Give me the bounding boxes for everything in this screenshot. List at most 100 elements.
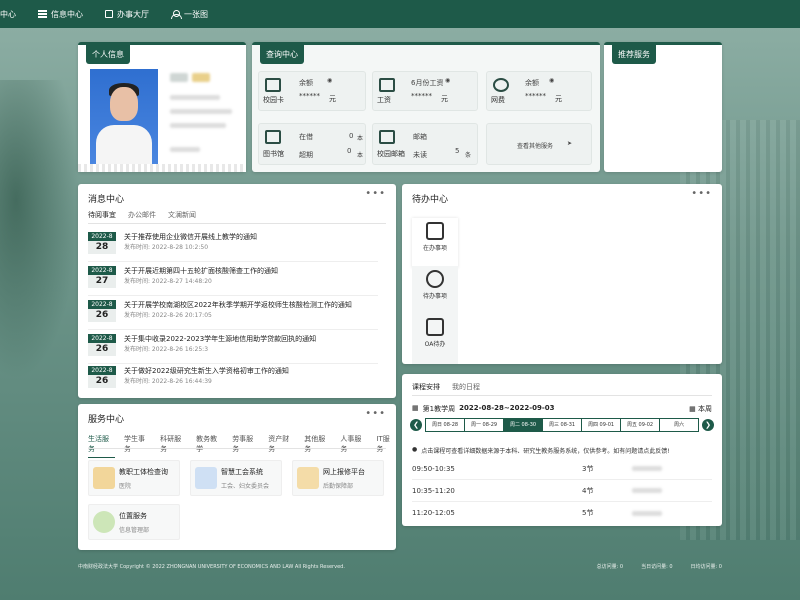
more-services-link[interactable]: 查看其他服务 bbox=[517, 141, 553, 150]
library-overdue-value: 0 bbox=[347, 147, 352, 155]
nav-one-map[interactable]: 一张图 bbox=[160, 0, 219, 28]
date-day: 27 bbox=[88, 275, 116, 288]
tab-my-calendar[interactable]: 我的日程 bbox=[452, 382, 480, 396]
tab-office-mail[interactable]: 办公邮件 bbox=[128, 210, 156, 224]
library-tile[interactable]: 图书馆 在借 0 本 超期 0 本 bbox=[258, 123, 366, 165]
message-title[interactable]: 关于开展近期第四十五轮扩面核酸筛查工作的通知 bbox=[124, 266, 278, 277]
day-sun[interactable]: 周日 08-28 bbox=[426, 419, 465, 431]
table-row[interactable]: 10:35-11:20 4节 bbox=[412, 480, 712, 502]
list-item[interactable]: 2022-8 26 关于开展学校南湖校区2022年秋季学期开学返校师生核酸检测工作… bbox=[88, 300, 378, 330]
day-fri[interactable]: 周五 09-02 bbox=[621, 419, 660, 431]
message-title[interactable]: 关于开展学校南湖校区2022年秋季学期开学返校师生核酸检测工作的通知 bbox=[124, 300, 352, 311]
avatar-face bbox=[110, 87, 138, 121]
table-row[interactable]: 11:20-12:05 5节 bbox=[412, 502, 712, 524]
globe-icon bbox=[493, 78, 509, 92]
eye-icon[interactable]: ◉ bbox=[549, 77, 554, 84]
tab-hr[interactable]: 人事服务 bbox=[340, 434, 367, 458]
tab-finance[interactable]: 资产财务 bbox=[268, 434, 295, 458]
service-item-repair[interactable]: 网上报修平台 后勤保障部 bbox=[292, 460, 384, 496]
tab-news[interactable]: 文澜新闻 bbox=[168, 210, 196, 224]
day-wed[interactable]: 周三 08-31 bbox=[543, 419, 582, 431]
day-tue[interactable]: 周二 08-30 bbox=[504, 419, 543, 431]
list-item[interactable]: 2022-8 28 关于推荐使用企业微信开展线上教学的通知 发布时间: 2022-8… bbox=[88, 232, 378, 262]
campus-card-unit: 元 bbox=[329, 95, 336, 103]
location-icon bbox=[93, 511, 115, 533]
salary-label: 工资 bbox=[377, 96, 391, 104]
background-shade bbox=[0, 80, 80, 380]
week-header: ▦ 第1教学周 2022-08-28~2022-09-03 bbox=[412, 404, 555, 414]
tab-life-services[interactable]: 生活服务 bbox=[88, 434, 116, 458]
service-provider: 后勤保障部 bbox=[323, 483, 354, 490]
day-mon[interactable]: 周一 08-29 bbox=[465, 419, 504, 431]
personal-info-card: 个人信息 bbox=[78, 42, 246, 172]
service-item-location[interactable]: 位置服务 信息管理部 bbox=[88, 504, 180, 540]
nav-service-hall[interactable]: 办事大厅 bbox=[94, 0, 160, 28]
salary-tile[interactable]: 工资 6月份工资 ◉ ****** 元 bbox=[372, 71, 478, 111]
list-item[interactable]: 2022-8 26 关于做好2022级研究生新生入学资格初审工作的通知 发布时间: … bbox=[88, 366, 378, 396]
service-provider: 信息管理部 bbox=[119, 527, 150, 534]
info-icon: ● bbox=[412, 446, 418, 453]
service-item-union[interactable]: 智慧工会系统 工会、妇女委员会 bbox=[190, 460, 282, 496]
more-icon[interactable]: ••• bbox=[691, 188, 712, 199]
top-navigation-bar: 中心 信息中心 办事大厅 一张图 bbox=[0, 0, 800, 28]
day-thu[interactable]: 周四 09-01 bbox=[582, 419, 621, 431]
tab-student-affairs[interactable]: 学生事务 bbox=[124, 434, 151, 458]
date-badge: 2022-8 26 bbox=[88, 366, 116, 388]
day-sat[interactable]: 周六 bbox=[660, 419, 698, 431]
list-item[interactable]: 2022-8 27 关于开展近期第四十五轮扩面核酸筛查工作的通知 发布时间: 202… bbox=[88, 266, 378, 296]
campus-card-tile[interactable]: 校园卡 余额 ◉ ****** 元 bbox=[258, 71, 366, 111]
message-time: 发布时间: 2022-8-28 10:2:50 bbox=[124, 244, 209, 251]
tab-teaching[interactable]: 教务教学 bbox=[196, 434, 223, 458]
library-label: 图书馆 bbox=[263, 150, 284, 158]
mail-tile[interactable]: 校园邮箱 邮箱 未读 5 条 bbox=[372, 123, 478, 165]
edit-icon bbox=[426, 222, 444, 240]
message-title[interactable]: 关于推荐使用企业微信开展线上教学的通知 bbox=[124, 232, 257, 243]
service-item-checkup[interactable]: 教职工体检查询 医院 bbox=[88, 460, 180, 496]
tab-research[interactable]: 科研服务 bbox=[160, 434, 187, 458]
tab-it[interactable]: IT服务 bbox=[376, 434, 396, 458]
more-services-tile[interactable]: 查看其他服务 ➤ bbox=[486, 123, 592, 165]
visit-stats: 总访问量: 0 当日访问量: 0 日均访问量: 0 bbox=[597, 563, 722, 570]
avatar bbox=[90, 69, 158, 165]
campus-card-title: 余额 bbox=[299, 79, 313, 87]
date-month: 2022-8 bbox=[88, 300, 116, 309]
network-fee-tile[interactable]: 网费 余额 ◉ ****** 元 bbox=[486, 71, 592, 111]
date-badge: 2022-8 26 bbox=[88, 334, 116, 356]
salary-title: 6月份工资 bbox=[411, 79, 444, 87]
user-icon bbox=[171, 9, 182, 19]
service-name: 智慧工会系统 bbox=[221, 468, 263, 476]
view-toggle[interactable]: ▦ 本周 bbox=[689, 404, 712, 414]
message-title[interactable]: 关于做好2022级研究生新生入学资格初审工作的通知 bbox=[124, 366, 289, 377]
total-visits: 总访问量: 0 bbox=[596, 564, 624, 570]
oa-icon bbox=[426, 318, 444, 336]
day-tabs: 周日 08-28 周一 08-29 周二 08-30 周三 08-31 周四 0… bbox=[425, 418, 699, 432]
clock-icon bbox=[426, 270, 444, 288]
user-name-redacted bbox=[170, 73, 188, 82]
list-item[interactable]: 2022-8 26 关于集中收录2022-2023学年生源地信用助学贷款回执的通知… bbox=[88, 334, 378, 364]
mail-icon bbox=[379, 130, 395, 144]
more-icon[interactable]: ••• bbox=[365, 408, 386, 419]
tab-labor[interactable]: 劳事服务 bbox=[232, 434, 259, 458]
nav-center[interactable]: 中心 bbox=[0, 0, 27, 28]
list-icon bbox=[38, 10, 47, 18]
tab-pending-read[interactable]: 待阅事宜 bbox=[88, 210, 116, 224]
week-selector: ❮ 周日 08-28 周一 08-29 周二 08-30 周三 08-31 周四… bbox=[410, 418, 714, 432]
todo-pending[interactable]: 待办事项 bbox=[412, 266, 458, 316]
date-badge: 2022-8 28 bbox=[88, 232, 116, 254]
chevron-right-icon[interactable]: ❯ bbox=[702, 419, 714, 431]
message-title[interactable]: 关于集中收录2022-2023学年生源地信用助学贷款回执的通知 bbox=[124, 334, 316, 345]
tab-other[interactable]: 其他服务 bbox=[304, 434, 331, 458]
tab-course-schedule[interactable]: 课程安排 bbox=[412, 382, 440, 396]
eye-icon[interactable]: ◉ bbox=[327, 77, 332, 84]
more-icon[interactable]: ••• bbox=[365, 188, 386, 199]
todo-oa[interactable]: OA待办 bbox=[412, 314, 458, 364]
schedule-notice[interactable]: ● 点击课程可查看详细数据来源于本科、研究生教务服务系统，仅供参考。如有问题请点… bbox=[412, 446, 712, 455]
chevron-left-icon[interactable]: ❮ bbox=[410, 419, 422, 431]
eye-icon[interactable]: ◉ bbox=[445, 77, 450, 84]
todo-in-progress-label: 在办事项 bbox=[422, 245, 447, 252]
table-row[interactable]: 09:50-10:35 3节 bbox=[412, 458, 712, 480]
today-visits: 当日访问量: 0 bbox=[641, 564, 673, 570]
todo-in-progress[interactable]: 在办事项 bbox=[412, 218, 458, 268]
service-center-title: 服务中心 bbox=[88, 415, 125, 425]
nav-info-center[interactable]: 信息中心 bbox=[27, 0, 94, 28]
